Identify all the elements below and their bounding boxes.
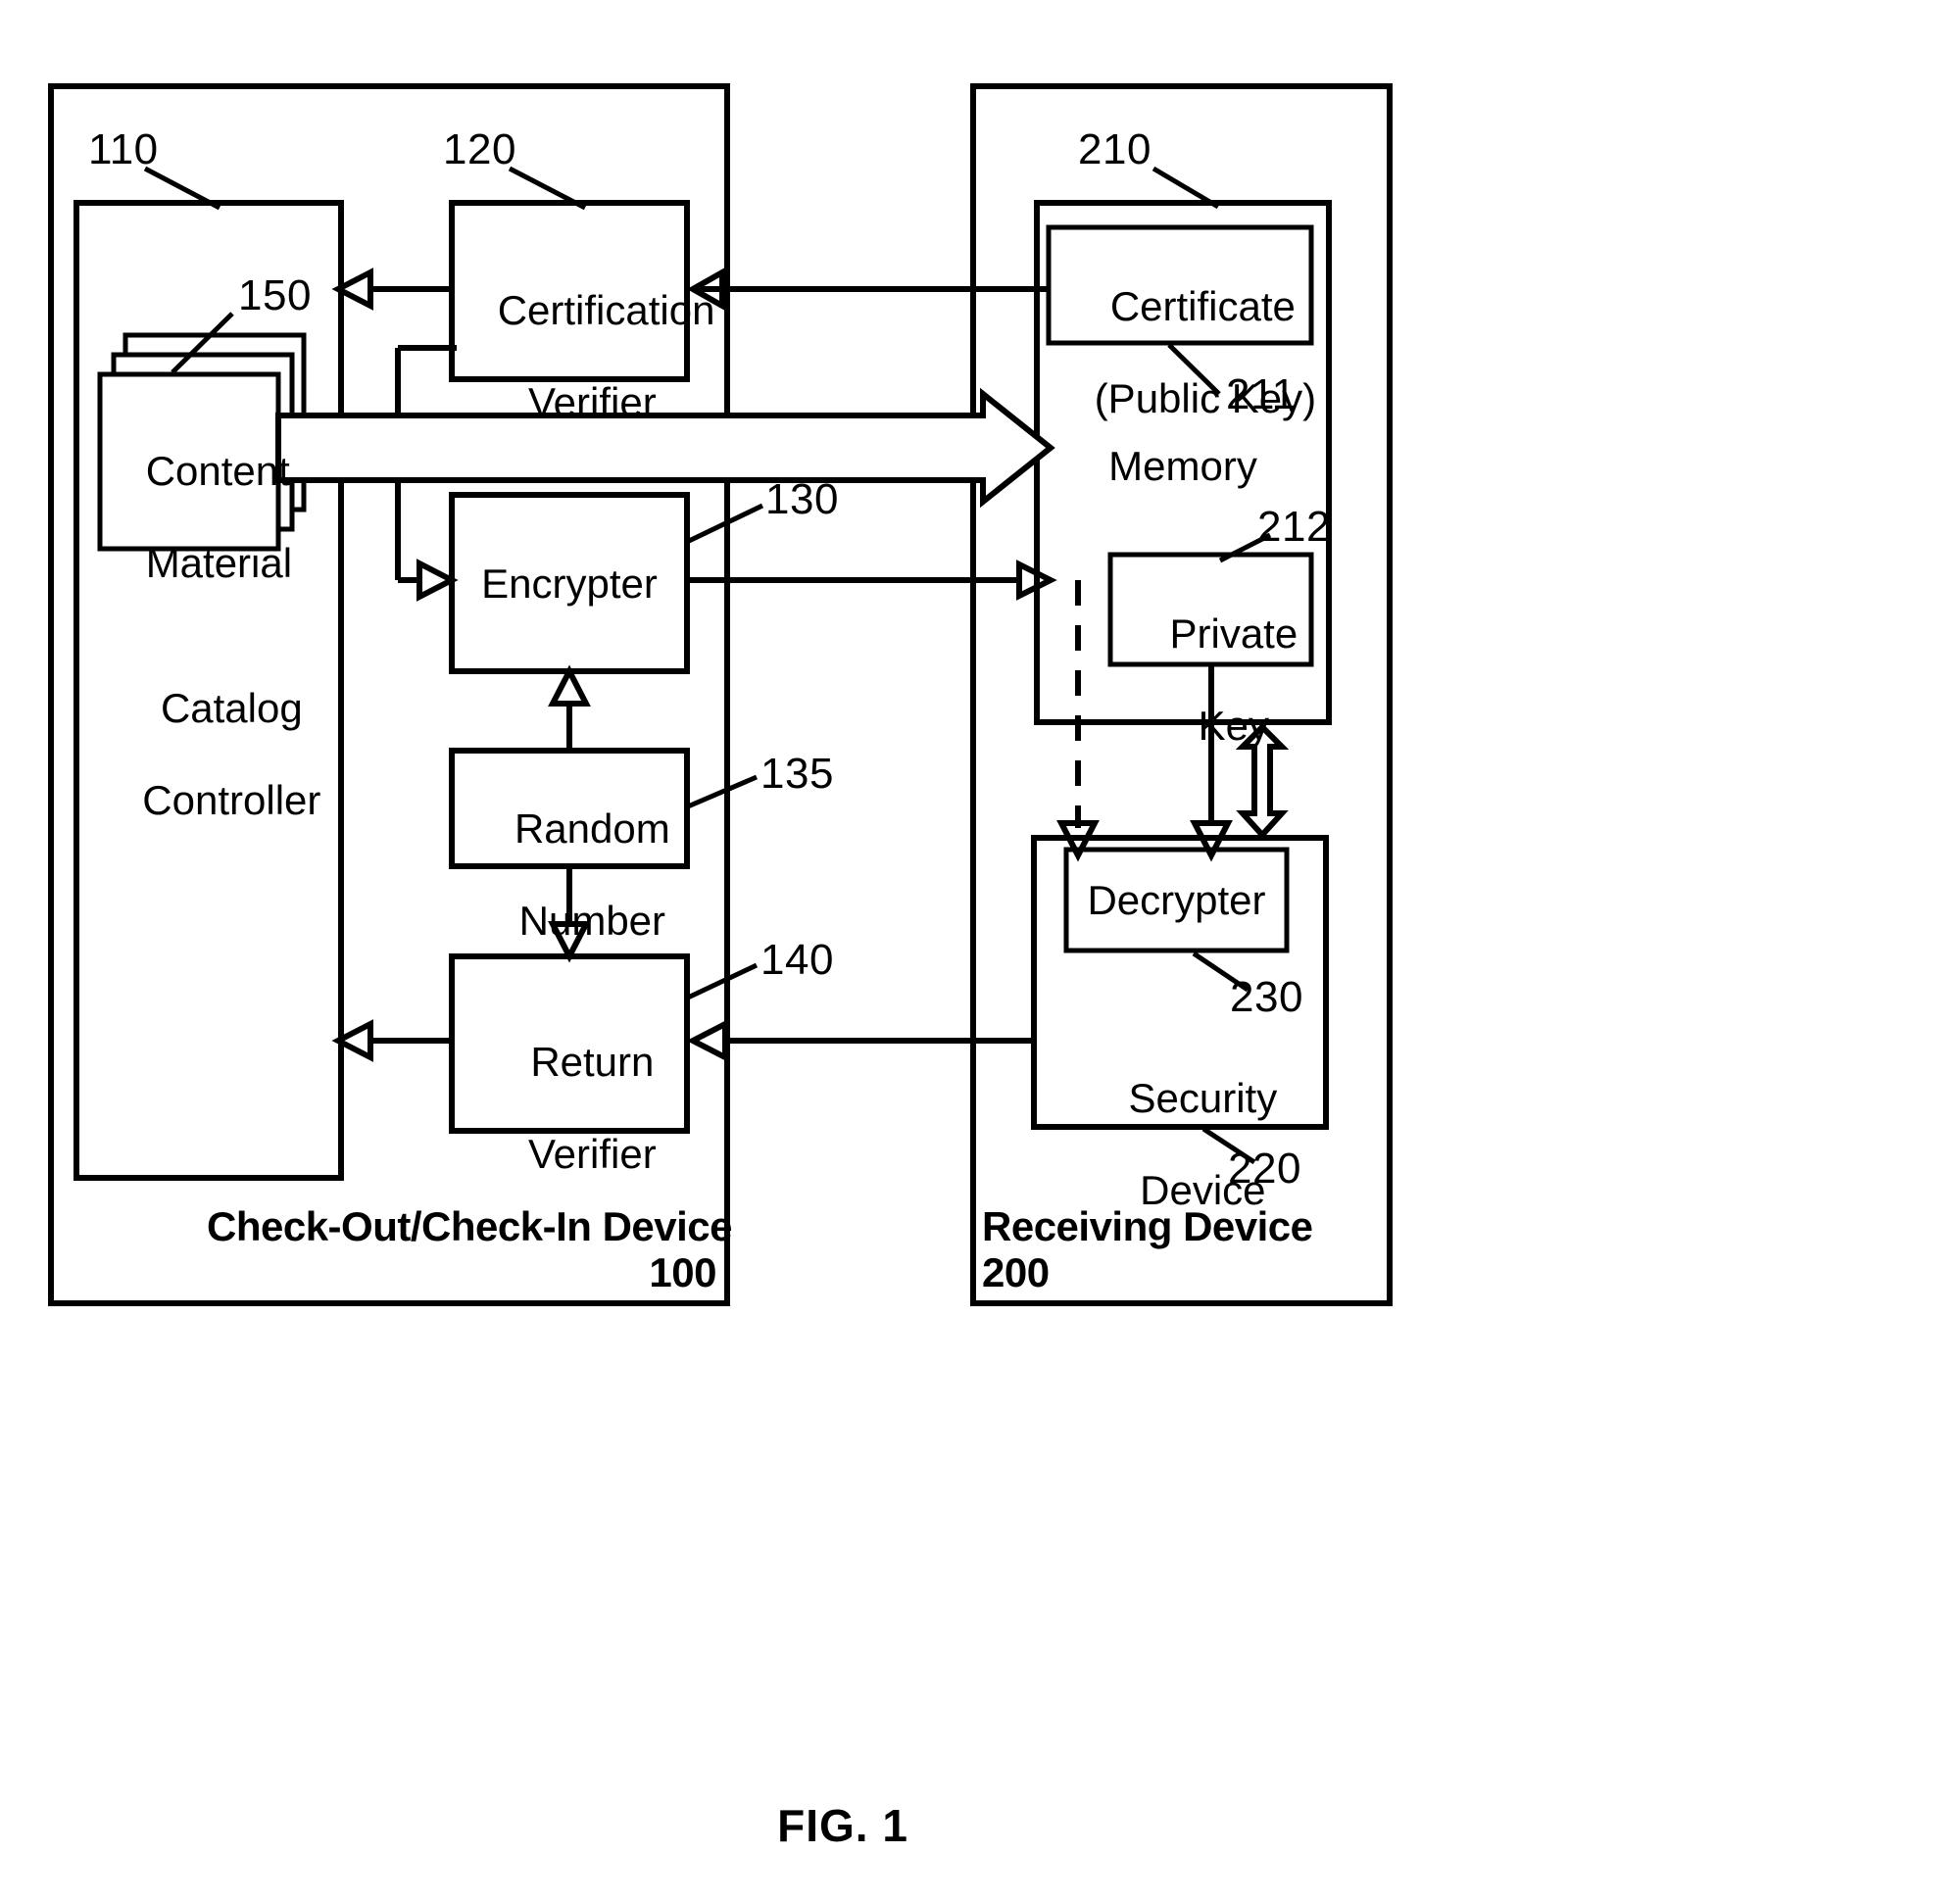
ref-230: 230 xyxy=(1230,973,1303,1021)
ref-130: 130 xyxy=(765,475,839,523)
content-material-line1: Content xyxy=(145,448,290,495)
certificate-label: Certificate (Public Key) xyxy=(1049,237,1316,467)
ref-110: 110 xyxy=(88,125,159,173)
ref-135: 135 xyxy=(760,750,834,798)
arrowhead-encrypter-bottom-in xyxy=(548,664,591,707)
private-key-label: Private Key xyxy=(1110,564,1311,795)
ref-211: 211 xyxy=(1226,370,1297,418)
ref-220: 220 xyxy=(1228,1145,1301,1193)
certificate-line1: Certificate xyxy=(1109,283,1296,330)
random-number-line1: Random xyxy=(514,805,670,853)
ref-140: 140 xyxy=(760,936,834,984)
random-number-line2: Number xyxy=(518,898,666,945)
left-device-ref: 100 xyxy=(649,1249,716,1295)
return-verifier-line1: Return xyxy=(530,1039,655,1086)
certification-verifier-line2: Verifier xyxy=(527,379,657,426)
ref-120: 120 xyxy=(443,125,516,173)
leader-135 xyxy=(687,774,758,809)
certification-verifier-line1: Certification xyxy=(497,287,715,334)
catalog-controller-line1: Catalog xyxy=(160,685,303,732)
arrowhead-return-verifier-right-in xyxy=(686,1019,728,1062)
ref-150: 150 xyxy=(238,271,312,319)
return-verifier-label: Return Verifier xyxy=(452,993,687,1223)
ref-210: 210 xyxy=(1078,125,1152,173)
right-device-title: Receiving Device xyxy=(982,1203,1313,1249)
content-material-label: Content Material xyxy=(100,402,292,632)
figure-caption: FIG. 1 xyxy=(777,1800,908,1851)
arrowhead-encrypter-in xyxy=(416,559,459,602)
certification-verifier-label: Certification Verifier xyxy=(452,241,715,471)
security-device-line1: Security xyxy=(1128,1075,1278,1122)
memory-label: Memory xyxy=(1108,443,1257,489)
catalog-controller-label: Catalog Controller xyxy=(78,639,339,869)
left-device-title: Check-Out/Check-In Device xyxy=(207,1203,733,1249)
return-verifier-line2: Verifier xyxy=(527,1131,657,1178)
content-material-line2: Material xyxy=(145,540,293,587)
leader-140 xyxy=(686,962,759,1000)
figure-page: Catalog Controller Content Material Cert… xyxy=(0,0,1960,1902)
encrypter-label: Encrypter xyxy=(481,561,658,607)
private-key-line1: Private xyxy=(1169,610,1298,658)
decrypter-label: Decrypter xyxy=(1087,877,1266,923)
random-number-label: Random Number xyxy=(452,759,687,990)
ref-212: 212 xyxy=(1257,503,1331,551)
catalog-controller-line2: Controller xyxy=(142,777,321,824)
private-key-line2: Key xyxy=(1198,703,1270,750)
right-device-ref: 200 xyxy=(982,1249,1050,1295)
